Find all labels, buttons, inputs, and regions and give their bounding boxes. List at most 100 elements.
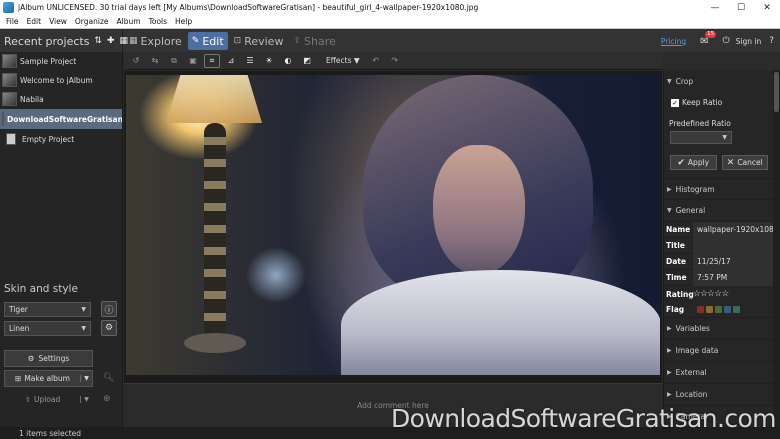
image-viewport[interactable] xyxy=(124,71,662,383)
chevron-down-icon: ▼ xyxy=(722,134,727,141)
pricing-link[interactable]: Pricing xyxy=(661,37,686,46)
flag-swatch[interactable] xyxy=(733,306,740,313)
flag-swatch[interactable] xyxy=(724,306,731,313)
menu-view[interactable]: View xyxy=(45,17,71,26)
settings-label: Settings xyxy=(38,354,70,363)
upload-button[interactable]: ⇧ Upload ▼ xyxy=(4,391,93,408)
tab-explore[interactable]: ▦ Explore xyxy=(125,32,186,50)
scrollbar-thumb[interactable] xyxy=(774,72,779,112)
check-icon: ✔ xyxy=(677,157,685,168)
style-select[interactable]: Linen ▼ xyxy=(4,320,91,336)
time-label: Time xyxy=(666,273,687,282)
portrait-shape xyxy=(341,75,660,375)
title-row: Title xyxy=(664,237,773,254)
time-field[interactable]: 7:57 PM xyxy=(693,269,773,286)
menu-help[interactable]: Help xyxy=(171,17,196,26)
skin-select-value: Tiger xyxy=(9,304,28,314)
crop-section-header[interactable]: ▼ Crop xyxy=(664,70,773,92)
brightness-icon[interactable]: ☀ xyxy=(261,54,277,68)
variables-section-header[interactable]: ▶ Variables xyxy=(664,318,773,340)
copy-icon[interactable]: ⧉ xyxy=(166,54,182,68)
chevron-down-icon: ▼ xyxy=(667,77,672,85)
help-icon[interactable]: ? xyxy=(769,36,774,46)
external-section-header[interactable]: ▶ External xyxy=(664,362,773,384)
chevron-down-icon[interactable]: ▼ xyxy=(80,374,92,382)
projects-sidebar: Sample Project Welcome to jAlbum Nabila … xyxy=(0,52,123,427)
flip-icon[interactable]: ⇆ xyxy=(147,54,163,68)
tab-edit[interactable]: ✎ Edit xyxy=(187,32,228,50)
image-data-section-header[interactable]: ▶ Image data xyxy=(664,340,773,362)
account-area: Pricing ✉ 15 ⏻ Sign in ? xyxy=(661,30,780,52)
crop-icon[interactable]: ⌗ xyxy=(204,53,220,68)
info-button[interactable]: ⓘ xyxy=(101,301,117,317)
apply-button[interactable]: ✔ Apply xyxy=(670,155,717,170)
name-field[interactable]: wallpaper-1920x1080.jpg xyxy=(693,221,773,238)
star-icon[interactable]: ☆ xyxy=(722,289,730,299)
project-item-selected[interactable]: DownloadSoftwareGratisan xyxy=(0,109,122,129)
skin-select[interactable]: Tiger ▼ xyxy=(4,301,91,317)
flag-label: Flag xyxy=(666,305,685,314)
general-section-header[interactable]: ▼ General xyxy=(664,200,773,222)
menu-album[interactable]: Album xyxy=(113,17,145,26)
chevron-right-icon: ▶ xyxy=(667,369,672,376)
menu-edit[interactable]: Edit xyxy=(23,17,46,26)
notifications-icon[interactable]: ✉ 15 xyxy=(700,30,717,47)
location-label: Location xyxy=(675,390,708,399)
cancel-button[interactable]: ✕ Cancel xyxy=(721,155,768,170)
star-icon[interactable]: ☆ xyxy=(714,289,722,299)
watermark-text: DownloadSoftwareGratisan.com xyxy=(391,404,777,433)
properties-scrollbar[interactable] xyxy=(773,70,780,427)
share-icon: ⇪ xyxy=(293,36,301,46)
edit-tools-bar: ↺ ⇆ ⧉ ▣ ⌗ ⊿ ☰ ☀ ◐ ◩ Effects ▼ ↶ ↷ xyxy=(124,52,662,70)
menu-organize[interactable]: Organize xyxy=(71,17,113,26)
rating-stars[interactable]: ☆☆☆☆☆ xyxy=(693,289,729,299)
add-project-icon[interactable]: ✚ xyxy=(107,36,115,46)
project-thumbnail xyxy=(2,73,17,87)
predefined-ratio-label: Predefined Ratio xyxy=(669,119,731,128)
adjust-icon[interactable]: ☰ xyxy=(242,54,258,68)
keep-ratio-checkbox[interactable]: ✓ Keep Ratio xyxy=(664,92,773,107)
flag-swatch[interactable] xyxy=(706,306,713,313)
straighten-icon[interactable]: ⊿ xyxy=(223,54,239,68)
make-album-button[interactable]: ⊞ Make album ▼ xyxy=(4,369,93,387)
photo-preview[interactable] xyxy=(126,75,660,375)
predefined-ratio-select[interactable]: ▼ xyxy=(670,131,732,144)
date-field[interactable]: 11/25/17 xyxy=(693,253,773,270)
undo-icon[interactable]: ↶ xyxy=(368,54,384,68)
save-icon[interactable]: ▣ xyxy=(185,54,201,68)
skin-settings-button[interactable]: ⚙ xyxy=(101,320,117,336)
flag-swatch[interactable] xyxy=(715,306,722,313)
tab-review[interactable]: ⊡ Review xyxy=(230,32,288,50)
rotate-left-icon[interactable]: ↺ xyxy=(128,54,144,68)
maximize-button[interactable]: ☐ xyxy=(728,0,754,15)
flag-swatches[interactable] xyxy=(693,306,742,313)
levels-icon[interactable]: ◩ xyxy=(299,54,315,68)
project-item[interactable]: Welcome to jAlbum xyxy=(0,71,122,89)
effects-menu[interactable]: Effects ▼ xyxy=(326,56,360,65)
location-section-header[interactable]: ▶ Location xyxy=(664,384,773,406)
settings-button[interactable]: ⚙ Settings xyxy=(4,350,93,367)
time-row: Time 7:57 PM xyxy=(664,269,773,286)
variables-label: Variables xyxy=(675,324,710,333)
title-field[interactable] xyxy=(693,237,773,254)
preview-icon[interactable]: 🔍︎ xyxy=(103,373,114,383)
zoom-icon[interactable]: ⊕ xyxy=(103,394,111,404)
project-item[interactable]: Sample Project xyxy=(0,52,122,70)
menu-file[interactable]: File xyxy=(2,17,23,26)
tab-share-label: Share xyxy=(304,34,336,48)
tab-share[interactable]: ⇪ Share xyxy=(289,32,339,50)
flag-swatch[interactable] xyxy=(697,306,704,313)
menu-tools[interactable]: Tools xyxy=(145,17,171,26)
chevron-down-icon[interactable]: ▼ xyxy=(80,395,92,403)
contrast-icon[interactable]: ◐ xyxy=(280,54,296,68)
project-item[interactable]: Nabila xyxy=(0,90,122,108)
project-item[interactable]: Empty Project xyxy=(0,130,122,148)
close-button[interactable]: ✕ xyxy=(754,0,780,15)
minimize-button[interactable]: — xyxy=(702,0,728,15)
redo-icon[interactable]: ↷ xyxy=(387,54,403,68)
app-icon xyxy=(3,2,14,13)
sort-icon[interactable]: ⇅ xyxy=(94,36,102,46)
sign-in-link[interactable]: Sign in xyxy=(736,37,762,46)
histogram-section-header[interactable]: ▶ Histogram xyxy=(664,178,773,200)
jalbum-window: jAlbum UNLICENSED. 30 trial days left [M… xyxy=(0,0,780,439)
